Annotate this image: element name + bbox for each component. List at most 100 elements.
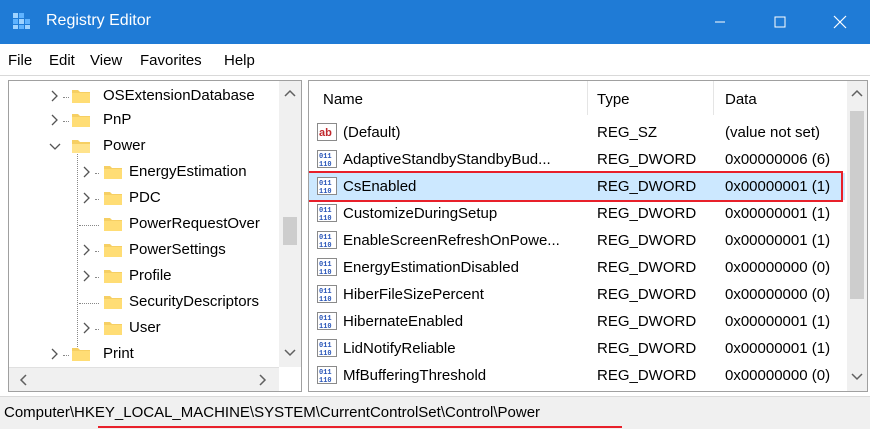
value-name: CustomizeDuringSetup <box>343 205 498 222</box>
value-name: EnableScreenRefreshOnPowe... <box>343 232 560 249</box>
chevron-right-icon[interactable] <box>81 269 93 283</box>
scroll-down-button[interactable] <box>849 369 865 385</box>
status-bar: Computer\HKEY_LOCAL_MACHINE\SYSTEM\Curre… <box>0 396 870 429</box>
tree-item-powersettings[interactable]: PowerSettings <box>9 239 277 263</box>
values-scroll-thumb[interactable] <box>850 111 864 299</box>
value-row[interactable]: 011 110 EnableScreenRefreshOnPowe... REG_… <box>309 227 845 254</box>
window-title: Registry Editor <box>46 12 151 29</box>
tree-item-pdc[interactable]: PDC <box>9 187 277 211</box>
chevron-up-icon <box>851 89 863 97</box>
values-vertical-scrollbar[interactable] <box>847 81 867 391</box>
menu-edit[interactable]: Edit <box>49 52 75 69</box>
tree-item-print[interactable]: Print <box>9 343 277 367</box>
menu-file[interactable]: File <box>8 52 32 69</box>
tree-item-energyestimation[interactable]: EnergyEstimation <box>9 161 277 185</box>
binary-value-icon: 011110 <box>317 150 337 168</box>
value-row[interactable]: 011 110 LidNotifyReliable REG_DWORD 0x000… <box>309 335 845 362</box>
close-button[interactable] <box>810 0 870 44</box>
chevron-right-icon[interactable] <box>81 321 93 335</box>
tree-item-powerrequestover[interactable]: PowerRequestOver <box>9 213 277 237</box>
svg-text:110: 110 <box>319 242 332 249</box>
svg-text:011: 011 <box>319 153 332 161</box>
open-folder-icon <box>72 140 90 153</box>
value-row[interactable]: 011 110 EnergyEstimationDisabled REG_DWOR… <box>309 254 845 281</box>
value-row[interactable]: 011 110 AdaptiveStandbyStandbyBud... REG_… <box>309 146 845 173</box>
tree-item-label: Profile <box>129 267 172 284</box>
scroll-down-button[interactable] <box>282 345 298 361</box>
tree-vertical-scrollbar[interactable] <box>279 81 301 367</box>
chevron-right-icon[interactable] <box>81 243 93 257</box>
title-bar[interactable]: Registry Editor <box>0 0 870 44</box>
folder-icon <box>104 322 122 335</box>
chevron-right-icon[interactable] <box>81 191 93 205</box>
column-separator[interactable] <box>713 81 714 115</box>
chevron-right-icon[interactable] <box>49 113 61 127</box>
svg-text:110: 110 <box>319 296 332 303</box>
tree-connector <box>79 225 99 226</box>
close-icon <box>833 15 847 29</box>
chevron-right-icon[interactable] <box>49 347 61 361</box>
value-data: 0x00000001 (1) <box>725 340 831 357</box>
column-header-name[interactable]: Name <box>323 91 363 108</box>
value-type: REG_DWORD <box>597 286 697 303</box>
scroll-right-button[interactable] <box>255 372 271 388</box>
value-row[interactable]: 011 110 HibernateEnabled REG_DWORD 0x0000… <box>309 308 845 335</box>
path-underline-annotation <box>98 426 622 428</box>
svg-text:011: 011 <box>319 261 332 269</box>
tree-item-power[interactable]: Power <box>9 135 277 159</box>
menu-view[interactable]: View <box>90 52 122 69</box>
string-value-icon: ab <box>317 123 337 141</box>
tree-item-profile[interactable]: Profile <box>9 265 277 289</box>
chevron-down-icon[interactable] <box>49 139 61 153</box>
tree-item-securitydescriptors[interactable]: SecurityDescriptors <box>9 291 277 315</box>
value-type: REG_SZ <box>597 124 658 141</box>
menu-favorites[interactable]: Favorites <box>140 52 202 69</box>
tree-item-label: PDC <box>129 189 161 206</box>
tree-scroll-thumb[interactable] <box>283 217 297 245</box>
column-header-data[interactable]: Data <box>725 91 757 108</box>
tree-item-label: SecurityDescriptors <box>129 293 260 310</box>
value-row[interactable]: 011 110 HiberFileSizePercent REG_DWORD 0x… <box>309 281 845 308</box>
maximize-button[interactable] <box>750 0 810 44</box>
tree-item-pnp[interactable]: PnP <box>9 109 277 133</box>
tree-connector <box>95 251 99 252</box>
tree-connector <box>63 355 69 356</box>
scroll-left-button[interactable] <box>15 372 31 388</box>
registry-path[interactable]: Computer\HKEY_LOCAL_MACHINE\SYSTEM\Curre… <box>4 404 540 421</box>
chevron-right-icon[interactable] <box>81 165 93 179</box>
binary-value-icon: 011110 <box>317 366 337 384</box>
value-row[interactable]: 011 110 MfBufferingThreshold REG_DWORD 0x… <box>309 362 845 389</box>
value-row[interactable]: 011 110 CustomizeDuringSetup REG_DWORD 0x… <box>309 200 845 227</box>
scroll-up-button[interactable] <box>849 85 865 101</box>
value-type: REG_DWORD <box>597 205 697 222</box>
minimize-icon <box>715 21 725 23</box>
svg-text:011: 011 <box>319 234 332 242</box>
svg-text:110: 110 <box>319 269 332 276</box>
chevron-right-icon[interactable] <box>49 89 61 103</box>
key-tree-pane[interactable]: OSExtensionDatabase PnP Power EnergyEsti… <box>8 80 302 392</box>
tree-item-user[interactable]: User <box>9 317 277 341</box>
value-data: 0x00000000 (0) <box>725 367 831 384</box>
registry-app-icon <box>13 13 30 29</box>
values-list-pane[interactable]: Name Type Data ab (Default) REG_SZ (valu… <box>308 80 868 392</box>
svg-text:110: 110 <box>319 161 332 168</box>
tree-item-label: Print <box>103 345 134 362</box>
value-type: REG_DWORD <box>597 259 697 276</box>
scroll-up-button[interactable] <box>282 85 298 101</box>
highlight-annotation-box <box>309 171 843 202</box>
value-type: REG_DWORD <box>597 340 697 357</box>
column-header-type[interactable]: Type <box>597 91 630 108</box>
tree-connector <box>95 173 99 174</box>
tree-connector <box>79 303 99 304</box>
tree-item-label: PowerSettings <box>129 241 226 258</box>
menu-help[interactable]: Help <box>224 52 255 69</box>
column-separator[interactable] <box>587 81 588 115</box>
value-row[interactable]: ab (Default) REG_SZ (value not set) <box>309 119 845 146</box>
svg-text:011: 011 <box>319 369 332 377</box>
value-name: HibernateEnabled <box>343 313 464 330</box>
tree-horizontal-scrollbar[interactable] <box>9 367 279 391</box>
minimize-button[interactable] <box>690 0 750 44</box>
value-data: 0x00000001 (1) <box>725 313 831 330</box>
tree-item-osextensiondatabase[interactable]: OSExtensionDatabase <box>9 85 277 109</box>
menu-bar: File Edit View Favorites Help <box>0 44 870 76</box>
